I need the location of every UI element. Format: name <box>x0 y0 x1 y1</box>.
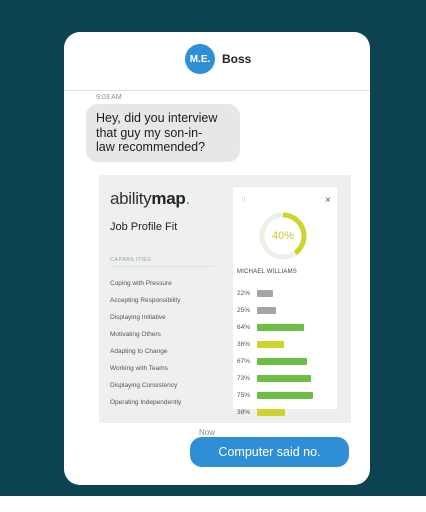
capability-percent: 73% <box>237 375 251 382</box>
close-icon[interactable]: × <box>325 195 331 206</box>
logo-light: ability <box>110 189 152 208</box>
incoming-message-bubble[interactable]: Hey, did you interview that guy my son-i… <box>86 104 240 162</box>
capability-bar <box>257 307 276 314</box>
capability-percent: 38% <box>237 409 251 416</box>
message-thread: M.E. Boss 9:03 AM Hey, did you interview… <box>64 32 370 485</box>
capabilities-header: CAPABILITIES <box>110 257 214 267</box>
capability-bar <box>257 409 285 416</box>
logo-bold: map <box>151 189 186 208</box>
drag-handle-icon[interactable]: ⠿ <box>241 196 246 204</box>
message-timestamp: Now <box>199 428 216 437</box>
avatar[interactable]: M.E. <box>185 44 215 74</box>
message-line: law recommended? <box>96 140 206 154</box>
capability-label: Working with Teams <box>110 365 168 372</box>
capability-bar-row: 22% <box>237 285 333 302</box>
capabilities-list: Coping with Pressure Accepting Responsibi… <box>110 275 181 411</box>
message-line: Hey, did you interview <box>96 111 218 125</box>
capability-percent: 67% <box>237 358 251 365</box>
bottom-strip <box>0 496 426 512</box>
capability-bar-row: 75% <box>237 387 333 404</box>
capability-bar <box>257 341 284 348</box>
capability-bar-row: 73% <box>237 370 333 387</box>
message-timestamp: 9:03 AM <box>96 94 122 101</box>
abilitymap-logo: abilitymap. <box>110 189 190 209</box>
capability-bar <box>257 358 307 365</box>
overall-fit-label: 40% <box>271 230 295 242</box>
capability-percent: 25% <box>237 307 251 314</box>
conversation-header: M.E. Boss <box>64 32 370 91</box>
capability-bar-row: 25% <box>237 302 333 319</box>
ability-map-card[interactable]: abilitymap. Job Profile Fit CAPABILITIES… <box>99 175 351 423</box>
logo-dot: . <box>185 189 190 208</box>
capability-bar-row: 64% <box>237 319 333 336</box>
candidate-name: MICHAEL WILLIAMS <box>237 269 297 275</box>
card-title: Job Profile Fit <box>110 221 178 233</box>
capability-label: Motivating Others <box>110 331 161 338</box>
contact-name[interactable]: Boss <box>222 52 251 66</box>
capability-bar-row: 67% <box>237 353 333 370</box>
capability-bar <box>257 375 311 382</box>
capability-label: Accepting Responsibility <box>110 297 181 304</box>
capability-label: Coping with Pressure <box>110 280 172 287</box>
capability-bars: 22% 25% 64% 36% 67% 73% 75% 38% <box>237 285 333 421</box>
capability-label: Displaying Initiative <box>110 314 166 321</box>
capability-percent: 22% <box>237 290 251 297</box>
capability-bar <box>257 392 313 399</box>
capability-bar-row: 38% <box>237 404 333 421</box>
message-line: that guy my son-in- <box>96 125 203 140</box>
capability-percent: 64% <box>237 324 251 331</box>
capability-bar-row: 36% <box>237 336 333 353</box>
capability-label: Adapting to Change <box>110 348 168 355</box>
outgoing-message-bubble[interactable]: Computer said no. <box>190 437 349 467</box>
capability-percent: 36% <box>237 341 251 348</box>
capability-bar <box>257 324 304 331</box>
capability-bar <box>257 290 273 297</box>
capability-percent: 75% <box>237 392 251 399</box>
capability-label: Operating Independently <box>110 399 182 406</box>
capability-label: Displaying Consistency <box>110 382 178 389</box>
candidate-panel: ⠿ × 40% MICHAEL WILLIAMS 22% 25% 64% 36% 67%… <box>233 187 337 416</box>
